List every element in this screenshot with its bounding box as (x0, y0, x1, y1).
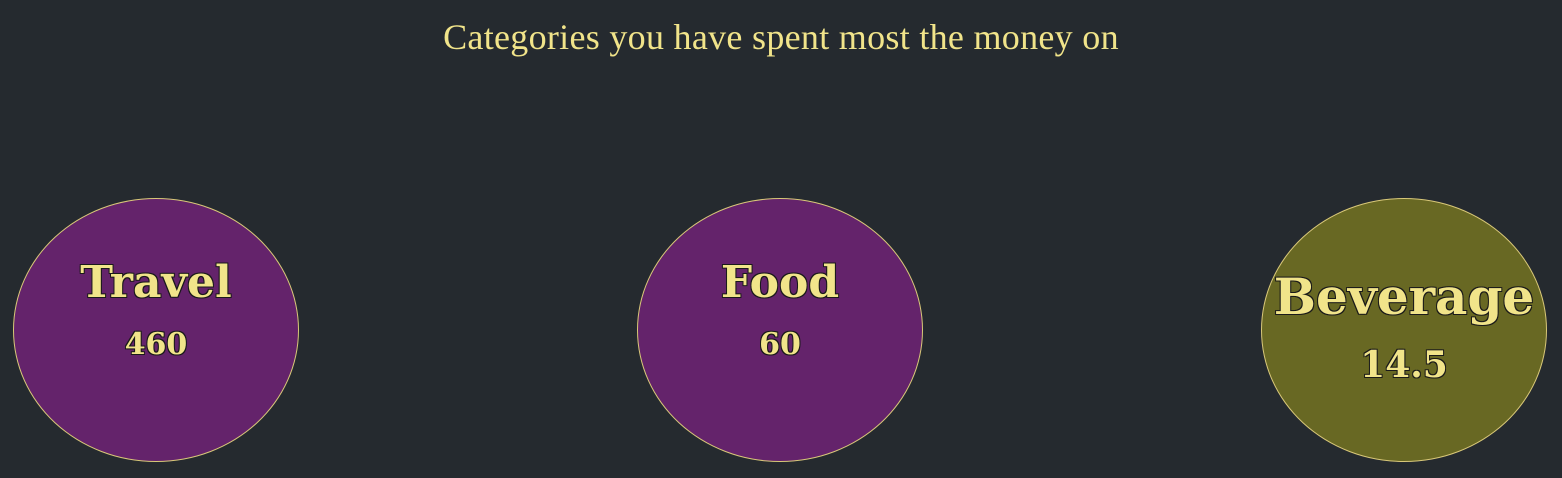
category-label: Beverage (1273, 267, 1535, 326)
category-amount: 460 (124, 327, 188, 362)
category-amount: 14.5 (1360, 344, 1448, 386)
category-label: Food (720, 257, 840, 308)
category-amount: 60 (759, 327, 801, 362)
page-title: Categories you have spent most the money… (443, 17, 1119, 57)
category-bubble-beverage[interactable]: Beverage 14.5 (1261, 198, 1547, 462)
category-label: Travel (80, 257, 232, 308)
category-bubble-food[interactable]: Food 60 (637, 198, 923, 462)
category-bubble-travel[interactable]: Travel 460 (13, 198, 299, 462)
